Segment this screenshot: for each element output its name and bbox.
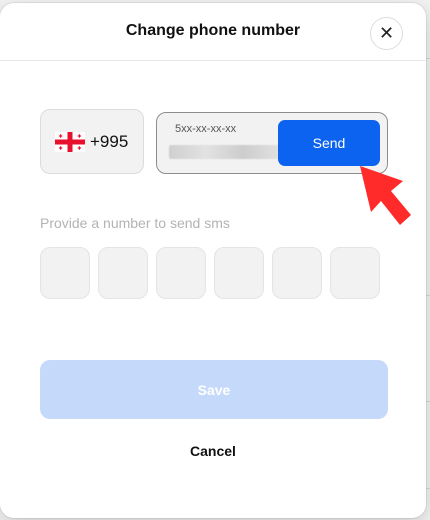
phone-number-value-redacted bbox=[169, 145, 279, 159]
cancel-button[interactable]: Cancel bbox=[0, 443, 426, 459]
country-code: +995 bbox=[90, 132, 129, 151]
country-code-selector[interactable]: +995 bbox=[40, 109, 144, 174]
send-sms-button[interactable]: Send bbox=[278, 120, 380, 166]
red-pointer-arrow-icon bbox=[360, 166, 411, 225]
save-button[interactable]: Save bbox=[40, 360, 388, 419]
dialog-header: Change phone number ✕ bbox=[0, 3, 426, 61]
close-icon: ✕ bbox=[378, 23, 395, 43]
georgia-flag-icon bbox=[55, 132, 85, 152]
change-phone-dialog: Change phone number ✕ +995 5xx-xx-xx-xx … bbox=[0, 3, 426, 518]
otp-cell[interactable] bbox=[272, 247, 322, 299]
phone-number-input[interactable]: 5xx-xx-xx-xx Send bbox=[156, 112, 388, 174]
dialog-title: Change phone number bbox=[125, 22, 301, 39]
otp-cell[interactable] bbox=[330, 247, 380, 299]
phone-placeholder: 5xx-xx-xx-xx bbox=[175, 123, 237, 135]
otp-cell[interactable] bbox=[98, 247, 148, 299]
otp-cell[interactable] bbox=[156, 247, 206, 299]
otp-cell[interactable] bbox=[40, 247, 90, 299]
otp-hint: Provide a number to send sms bbox=[40, 215, 230, 231]
close-button[interactable]: ✕ bbox=[370, 17, 403, 50]
otp-cell[interactable] bbox=[214, 247, 264, 299]
